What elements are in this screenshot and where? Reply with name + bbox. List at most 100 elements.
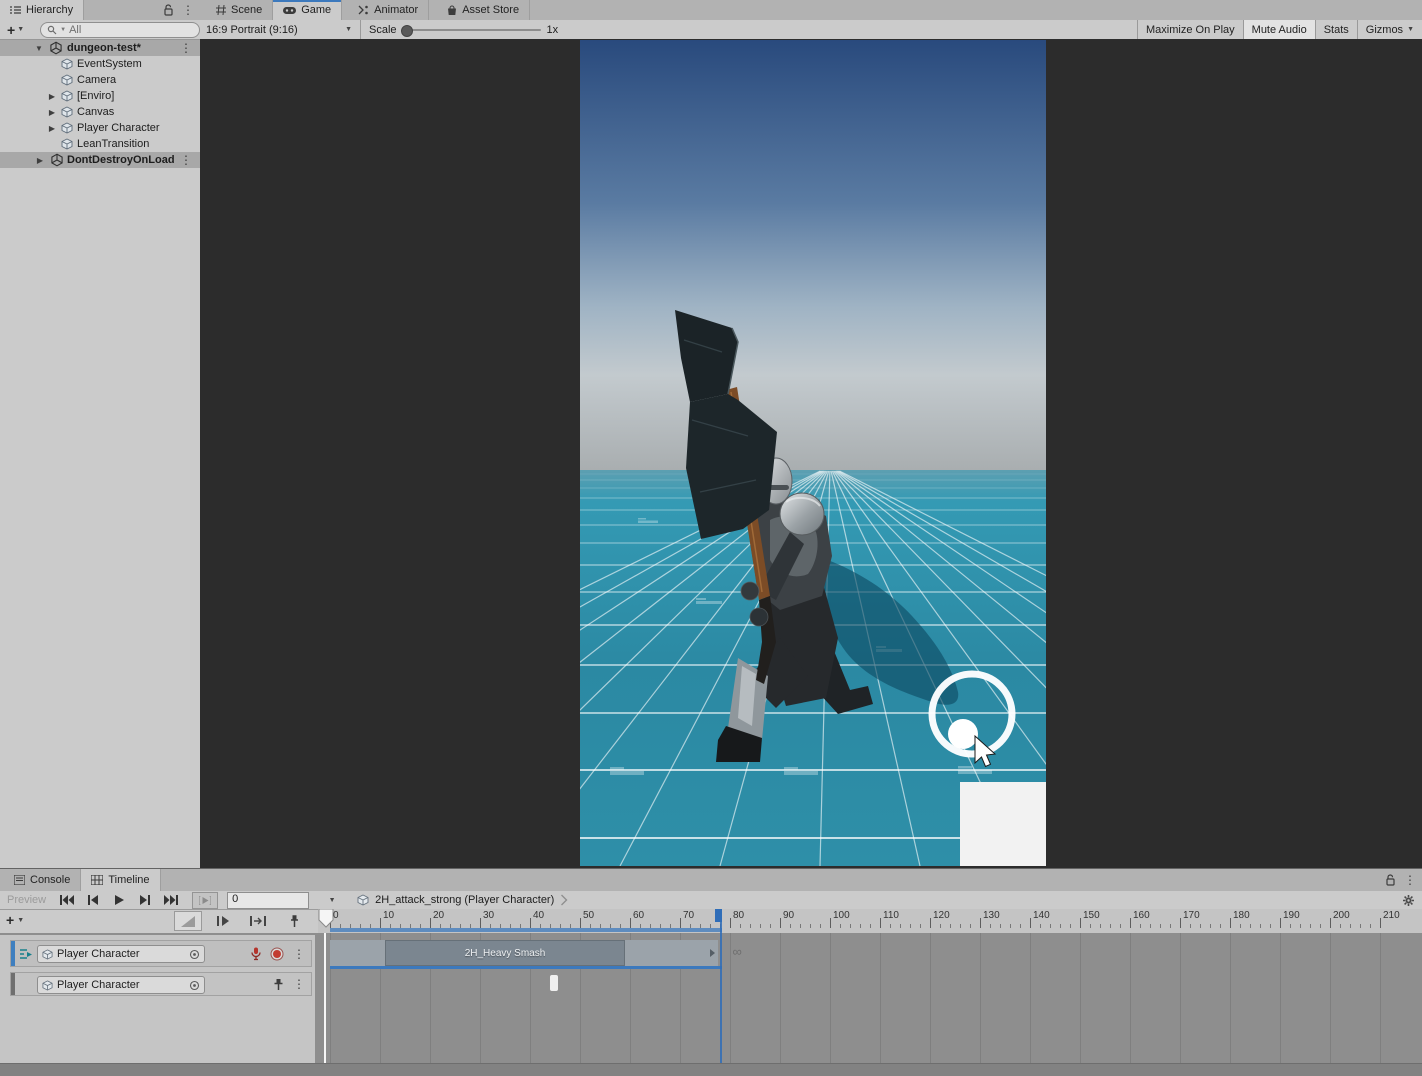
timeline-settings-gear-icon[interactable] [1402, 894, 1422, 907]
scale-value: 1x [547, 24, 559, 36]
timeline-track-options-row: +▼ 0102030405060708090100110120130140150… [0, 909, 1422, 933]
clip-lane[interactable] [330, 940, 385, 966]
lock-icon[interactable] [1385, 874, 1396, 886]
gameobject-cube-icon [61, 58, 73, 70]
play-button[interactable] [106, 892, 132, 908]
dontdestroy-menu-icon[interactable]: ⋮ [180, 153, 192, 167]
playhead-marker[interactable] [318, 909, 334, 928]
stats-button[interactable]: Stats [1315, 20, 1357, 39]
hierarchy-item-camera[interactable]: Camera [0, 72, 200, 88]
game-viewport[interactable] [580, 40, 1046, 866]
curves-view-toggle[interactable] [174, 911, 202, 931]
duration-strip [330, 928, 722, 932]
tab-asset-store[interactable]: Asset Store [437, 0, 530, 20]
hierarchy-item-player-character[interactable]: ▶ Player Character [0, 120, 200, 136]
hierarchy-item-enviro[interactable]: ▶[Enviro] [0, 88, 200, 104]
edit-mode-mix-button[interactable] [210, 911, 238, 931]
object-picker-icon[interactable] [189, 949, 200, 960]
previous-frame-button[interactable] [80, 892, 106, 908]
hierarchy-item-canvas[interactable]: ▶Canvas [0, 104, 200, 120]
mute-audio-button[interactable]: Mute Audio [1243, 20, 1315, 39]
hierarchy-menu-icon[interactable]: ⋮ [182, 4, 194, 16]
timeline-menu-icon[interactable]: ⋮ [1404, 874, 1416, 886]
pin-icon[interactable] [273, 978, 284, 991]
timeline-toolbar: Preview ▼ 2H_attack_strong (Player Chara… [0, 891, 1422, 910]
scale-slider[interactable] [403, 29, 541, 31]
scene-menu-icon[interactable]: ⋮ [180, 41, 192, 55]
lock-icon[interactable] [163, 4, 174, 16]
hierarchy-search[interactable]: ▼ [40, 22, 200, 38]
foldout-closed-icon[interactable]: ▶ [47, 108, 57, 117]
preview-toggle[interactable]: Preview [0, 894, 54, 906]
frame-input[interactable] [228, 893, 306, 906]
horizontal-scrollbar[interactable] [0, 1063, 1422, 1076]
item-label: EventSystem [77, 56, 142, 72]
tab-game[interactable]: Game [273, 0, 342, 20]
track-binding-field[interactable]: Player Character [37, 945, 205, 963]
foldout-open-icon[interactable]: ▼ [34, 44, 44, 53]
tab-animator[interactable]: Animator [348, 0, 429, 20]
avatar-mask-icon[interactable] [251, 947, 261, 961]
joystick-knob[interactable] [948, 719, 978, 749]
ui-action-button[interactable] [960, 782, 1046, 866]
scene-name: dungeon-test* [67, 40, 141, 56]
scale-slider-knob[interactable] [401, 25, 413, 37]
ruler-label: 150 [1083, 910, 1100, 921]
foldout-closed-icon[interactable]: ▶ [35, 156, 45, 165]
timeline-ruler[interactable]: 0102030405060708090100110120130140150160… [318, 909, 1422, 934]
maximize-on-play-button[interactable]: Maximize On Play [1137, 20, 1243, 39]
hierarchy-item-eventsystem[interactable]: EventSystem [0, 56, 200, 72]
hierarchy-item-leantransition[interactable]: LeanTransition [0, 136, 200, 152]
ruler-label: 10 [383, 910, 394, 921]
tab-timeline[interactable]: Timeline [81, 869, 160, 891]
scene-children: EventSystemCamera▶[Enviro]▶Canvas▶Player… [0, 56, 200, 152]
record-button[interactable] [270, 947, 284, 961]
clip-end-arrow-icon [710, 949, 715, 957]
foldout-closed-icon[interactable]: ▶ [47, 92, 57, 101]
track-menu-icon[interactable]: ⋮ [293, 978, 305, 990]
item-label: Player Character [77, 120, 160, 136]
frame-field[interactable] [227, 892, 309, 909]
play-range-button[interactable] [192, 892, 218, 909]
go-to-start-button[interactable] [54, 892, 80, 908]
object-picker-icon[interactable] [189, 980, 200, 991]
ruler-label: 200 [1333, 910, 1350, 921]
track-menu-icon[interactable]: ⋮ [293, 948, 305, 960]
aspect-ratio-dropdown[interactable]: 16:9 Portrait (9:16) ▼ [200, 20, 361, 39]
go-to-end-button[interactable] [158, 892, 184, 908]
tab-hierarchy[interactable]: Hierarchy [0, 0, 84, 20]
add-track-button[interactable]: +▼ [6, 912, 24, 928]
next-frame-button[interactable] [132, 892, 158, 908]
timeline-end-line [720, 909, 722, 1063]
gizmos-caret-icon: ▼ [1407, 26, 1414, 33]
scene-row[interactable]: ▼ dungeon-test* ⋮ [0, 40, 200, 56]
aspect-caret-icon: ▼ [345, 26, 352, 33]
tab-scene[interactable]: Scene [206, 0, 273, 20]
marker-pin-toggle[interactable] [280, 911, 308, 931]
item-label: Camera [77, 72, 116, 88]
track-color-stripe [11, 941, 15, 966]
create-object-button[interactable]: +▼ [0, 22, 28, 38]
track2-key-marker[interactable] [549, 974, 559, 992]
edit-mode-ripple-button[interactable] [244, 911, 272, 931]
track-header-2[interactable]: Player Character ⋮ [10, 972, 312, 996]
clip-lane[interactable] [625, 940, 718, 966]
track-binding-field[interactable]: Player Character [37, 976, 205, 994]
gizmos-dropdown[interactable]: Gizmos▼ [1357, 20, 1422, 39]
search-input[interactable] [69, 24, 193, 36]
asset-store-tab-icon [447, 5, 457, 16]
game-view-background [200, 39, 1422, 868]
timeline-breadcrumb[interactable]: 2H_attack_strong (Player Character) [357, 894, 568, 906]
animation-track-icon [19, 947, 33, 961]
tab-console[interactable]: Console [4, 869, 81, 891]
dontdestroy-row[interactable]: ▶ DontDestroyOnLoad ⋮ [0, 152, 200, 168]
timeline-content[interactable]: Player Character ⋮ Player Character [0, 933, 1422, 1063]
animation-clip[interactable]: 2H_Heavy Smash [385, 940, 625, 966]
gameobject-cube-icon [61, 122, 73, 134]
timeline-options-caret[interactable]: ▼ [323, 893, 341, 908]
track-binding-name: Player Character [57, 979, 185, 991]
foldout-closed-icon[interactable]: ▶ [47, 124, 57, 133]
timeline-end-marker[interactable] [715, 909, 722, 922]
animation-track-header[interactable]: Player Character ⋮ [10, 940, 312, 967]
item-label: LeanTransition [77, 136, 149, 152]
